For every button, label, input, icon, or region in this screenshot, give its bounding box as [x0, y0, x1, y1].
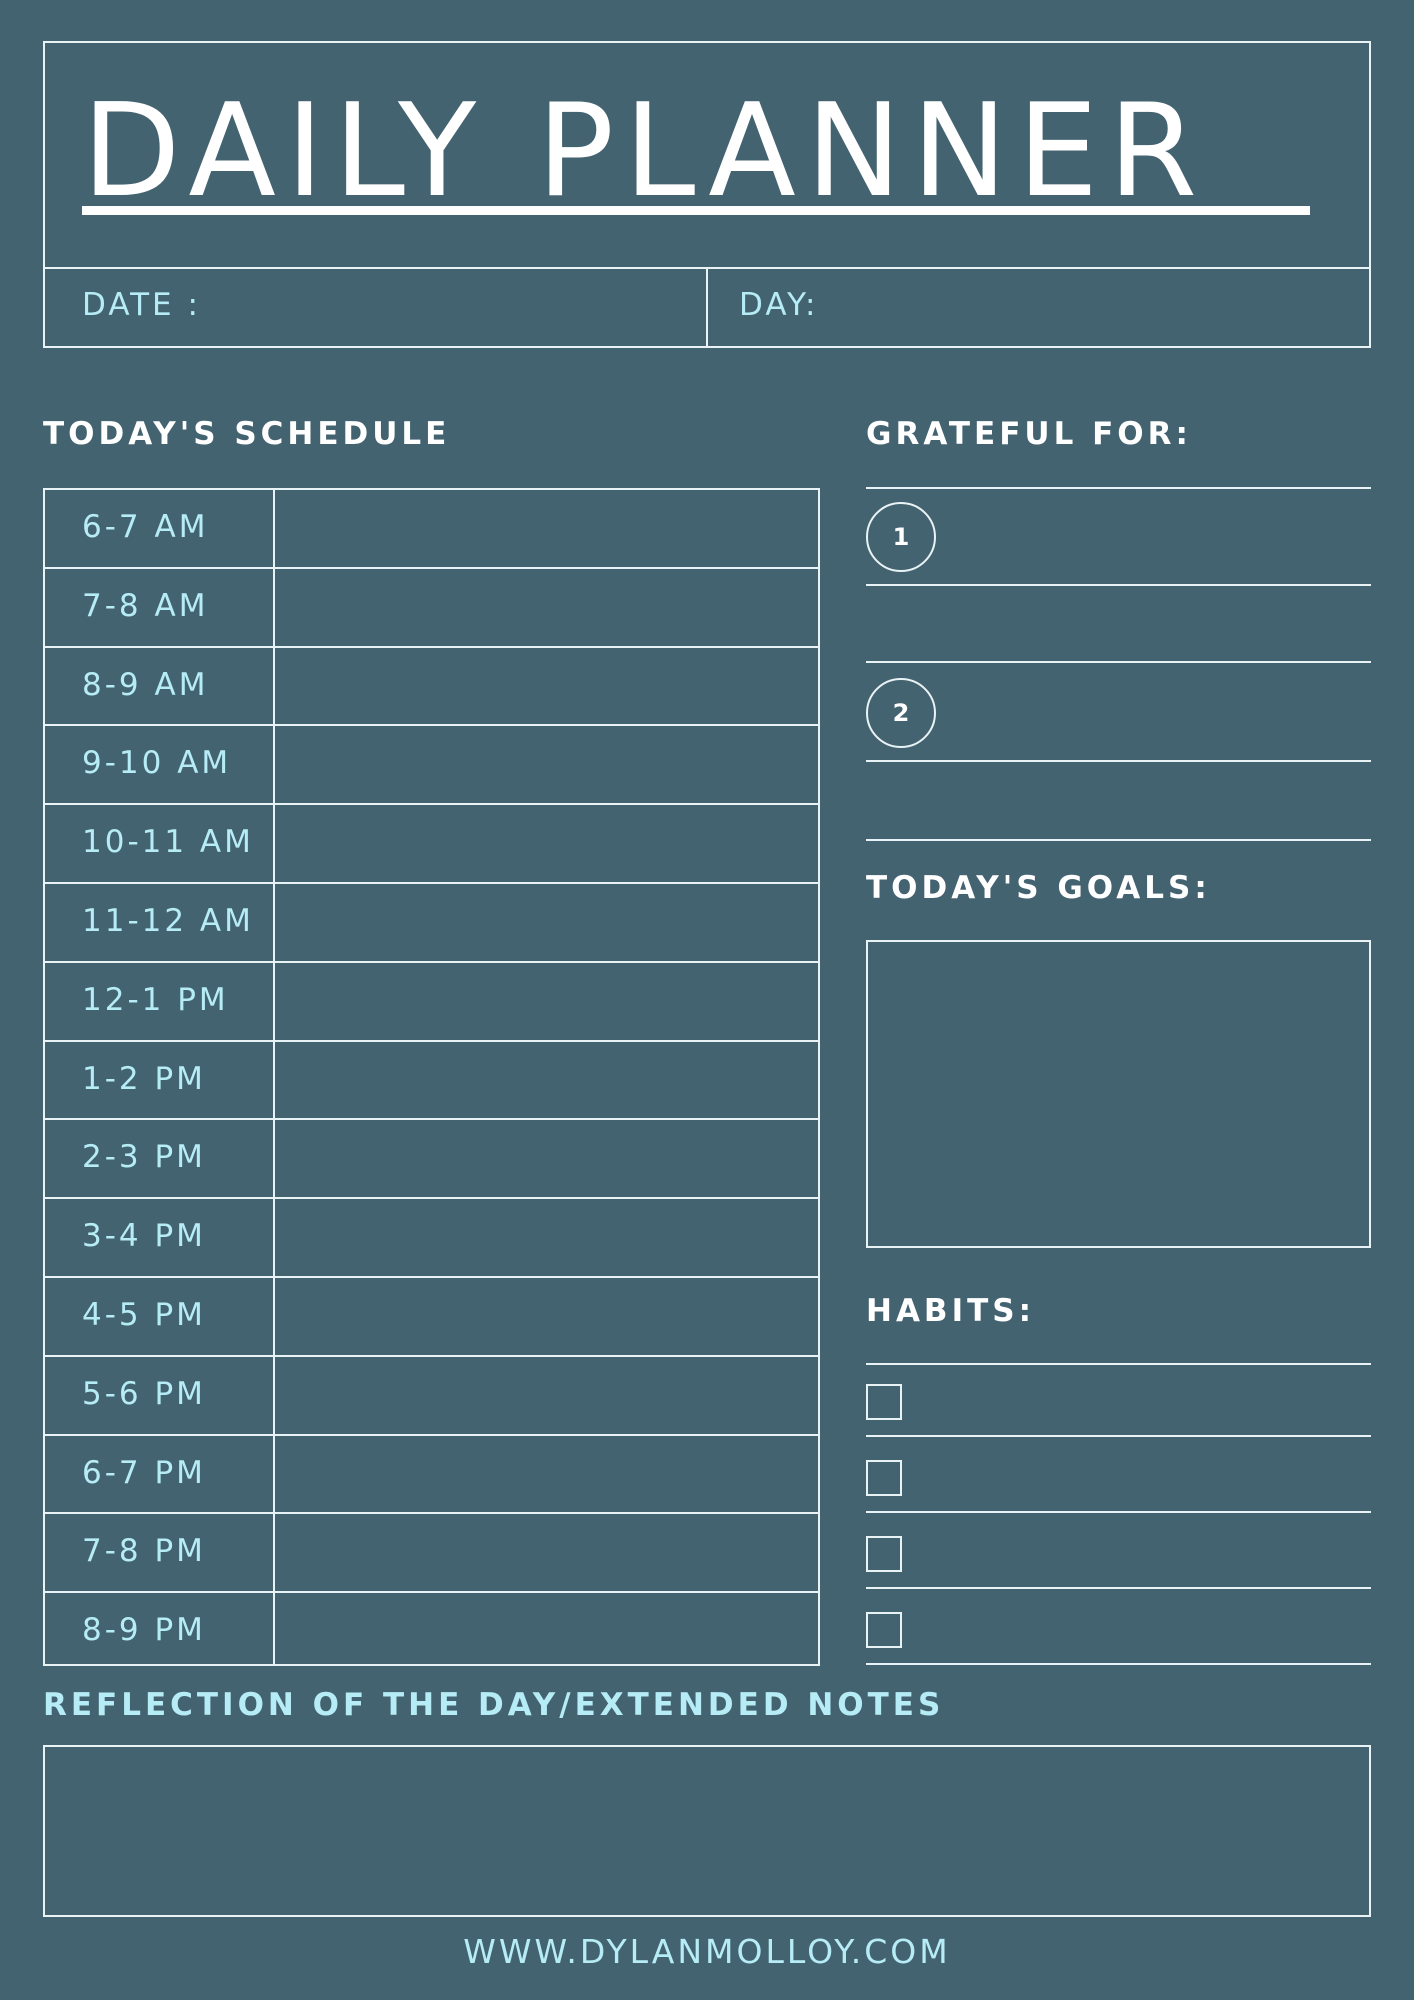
schedule-time-label: 6-7 PM: [82, 1455, 206, 1491]
schedule-time-label: 6-7 AM: [82, 509, 209, 545]
habit-line: [866, 1435, 1371, 1437]
grateful-heading: GRATEFUL FOR:: [866, 416, 1192, 452]
goals-heading: TODAY'S GOALS:: [866, 870, 1211, 906]
habit-line: [866, 1511, 1371, 1513]
habit-checkbox[interactable]: [866, 1612, 902, 1648]
habit-checkbox[interactable]: [866, 1460, 902, 1496]
habit-line: [866, 1363, 1371, 1365]
date-field[interactable]: DATE :: [82, 287, 201, 323]
schedule-time-label: 1-2 PM: [82, 1061, 206, 1097]
schedule-entry-cell[interactable]: [275, 963, 818, 1040]
grateful-line[interactable]: [866, 760, 1371, 762]
schedule-time-label: 9-10 AM: [82, 745, 232, 781]
schedule-time-label: 7-8 PM: [82, 1533, 206, 1569]
schedule-time-label: 10-11 AM: [82, 824, 254, 860]
grateful-line[interactable]: [866, 839, 1371, 841]
schedule-entry-cell[interactable]: [275, 490, 818, 567]
schedule-entry-cell[interactable]: [275, 805, 818, 882]
schedule-entry-cell[interactable]: [275, 1042, 818, 1119]
date-day-divider: [706, 267, 708, 348]
schedule-time-label: 4-5 PM: [82, 1297, 206, 1333]
schedule-entry-cell[interactable]: [275, 1278, 818, 1355]
title-underline: [82, 206, 1310, 215]
schedule-entry-cell[interactable]: [275, 1199, 818, 1276]
habit-line: [866, 1587, 1371, 1589]
habit-checkbox[interactable]: [866, 1384, 902, 1420]
page-title: DAILY PLANNER: [82, 77, 1208, 226]
grateful-line: [866, 487, 1371, 489]
habits-heading: HABITS:: [866, 1293, 1035, 1329]
day-field[interactable]: DAY:: [739, 287, 818, 323]
schedule-time-label: 5-6 PM: [82, 1376, 206, 1412]
schedule-time-label: 8-9 PM: [82, 1612, 206, 1648]
schedule-entry-cell[interactable]: [275, 1514, 818, 1591]
schedule-entry-cell[interactable]: [275, 1120, 818, 1197]
schedule-time-label: 7-8 AM: [82, 588, 209, 624]
grateful-number-badge: 2: [866, 678, 936, 748]
schedule-time-label: 3-4 PM: [82, 1218, 206, 1254]
schedule-entry-cell[interactable]: [275, 1357, 818, 1434]
grateful-line: [866, 661, 1371, 663]
reflection-heading: REFLECTION OF THE DAY/EXTENDED NOTES: [43, 1687, 945, 1723]
schedule-time-label: 11-12 AM: [82, 903, 254, 939]
habit-line: [866, 1663, 1371, 1665]
schedule-entry-cell[interactable]: [275, 648, 818, 725]
habit-checkbox[interactable]: [866, 1536, 902, 1572]
schedule-entry-cell[interactable]: [275, 1436, 818, 1513]
schedule-entry-cell[interactable]: [275, 1593, 818, 1670]
schedule-time-label: 12-1 PM: [82, 982, 229, 1018]
grateful-number-badge: 1: [866, 502, 936, 572]
schedule-entry-cell[interactable]: [275, 884, 818, 961]
schedule-time-label: 2-3 PM: [82, 1139, 206, 1175]
schedule-time-label: 8-9 AM: [82, 667, 209, 703]
goals-box[interactable]: [866, 940, 1371, 1248]
schedule-entry-cell[interactable]: [275, 726, 818, 803]
footer-url: WWW.DYLANMOLLOY.COM: [463, 1932, 951, 1971]
reflection-notes-box[interactable]: [43, 1745, 1371, 1917]
grateful-line[interactable]: [866, 584, 1371, 586]
schedule-entry-cell[interactable]: [275, 569, 818, 646]
schedule-heading: TODAY'S SCHEDULE: [43, 416, 451, 452]
